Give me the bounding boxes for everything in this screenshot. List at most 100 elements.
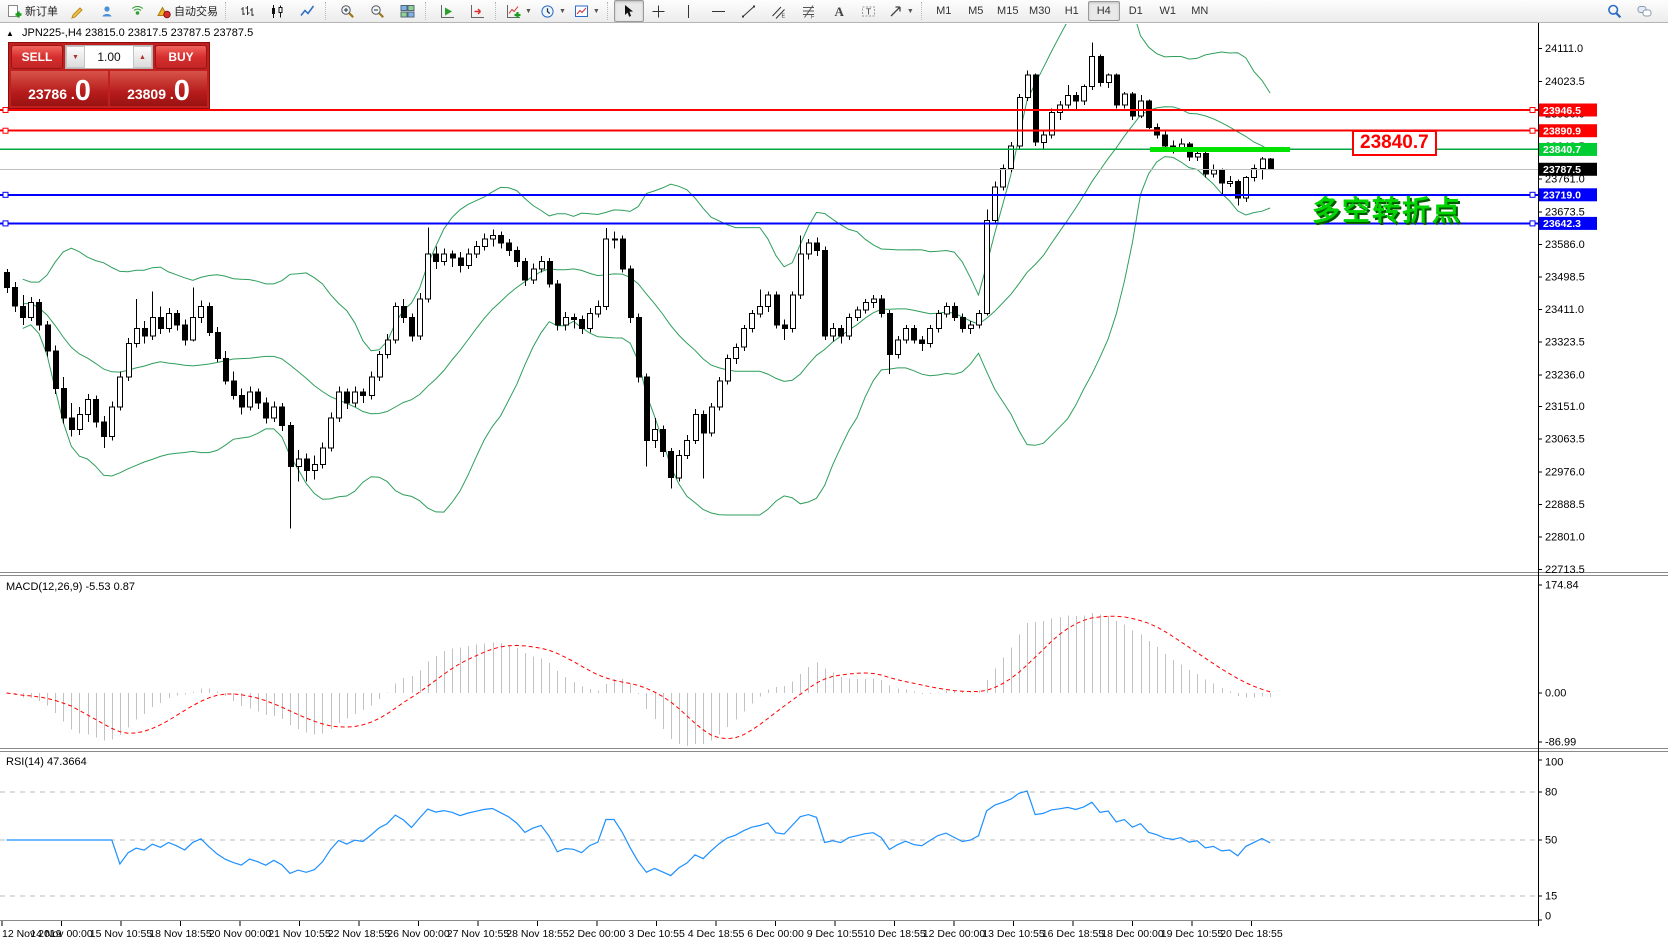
line-handle[interactable]	[1530, 192, 1535, 197]
chevron-down-icon: ▼	[559, 8, 566, 15]
channel-button[interactable]: E	[764, 0, 794, 22]
chevron-down-icon: ▼	[907, 8, 914, 15]
line-chart-button[interactable]	[292, 0, 322, 22]
chat-icon	[1637, 4, 1652, 19]
line-handle[interactable]	[3, 192, 8, 197]
hline-button[interactable]	[704, 0, 734, 22]
price-badge-label: 23946.5	[1543, 105, 1581, 117]
price-badge-label: 23719.0	[1543, 190, 1581, 202]
fibonacci-button[interactable]: F	[794, 0, 824, 22]
timeframe-m1-button[interactable]: M1	[928, 1, 960, 21]
new-order-button[interactable]: 新订单	[3, 0, 62, 22]
cursor-button[interactable]	[614, 0, 644, 22]
axis-label: 24023.5	[1545, 76, 1585, 88]
timeframe-w1-button[interactable]: W1	[1152, 1, 1184, 21]
axis-label: 80	[1545, 787, 1557, 799]
axis-label: 23498.5	[1545, 271, 1585, 283]
autotrading-icon	[156, 4, 171, 19]
one-click-trading-panel: SELL ▼ 1.00 ▲ BUY 23786 .0 23809 .0	[8, 42, 210, 109]
collapse-icon[interactable]: ▲	[6, 29, 14, 38]
axis-label: 100	[1545, 757, 1563, 769]
auto-scroll-button[interactable]	[432, 0, 462, 22]
toolbar-right-group	[1599, 0, 1659, 22]
tile-windows-icon	[400, 4, 415, 19]
text-label-button[interactable]: T	[854, 0, 884, 22]
metaeditor-button[interactable]	[62, 0, 92, 22]
axis-label: 22976.0	[1545, 466, 1585, 478]
auto-scroll-icon	[440, 4, 455, 19]
symbol-name: JPN225-,H4	[22, 27, 82, 39]
autotrading-button[interactable]: 自动交易	[152, 0, 222, 22]
timeframe-h4-button[interactable]: H4	[1088, 1, 1120, 21]
sell-price-pips: 0	[75, 78, 91, 105]
chart-shift-icon	[470, 4, 485, 19]
price-badge-label: 23840.7	[1543, 144, 1581, 156]
timeframe-mn-button[interactable]: MN	[1184, 1, 1216, 21]
timeframe-d1-button[interactable]: D1	[1120, 1, 1152, 21]
timeframe-m30-button[interactable]: M30	[1024, 1, 1056, 21]
axis-label: 13 Dec 10:55	[982, 928, 1045, 940]
toolbar-separator	[425, 2, 429, 20]
search-icon	[1607, 4, 1622, 19]
buy-price[interactable]: 23809 .0	[110, 71, 207, 106]
chat-button[interactable]	[1629, 0, 1659, 22]
shapes-button[interactable]: ▼	[884, 0, 918, 22]
community-icon	[100, 4, 115, 19]
price-badge-label: 23890.9	[1543, 126, 1581, 138]
symbol-search-button[interactable]	[1599, 0, 1629, 22]
signals-icon	[130, 4, 145, 19]
axis-label: 2 Dec 00:00	[569, 928, 626, 940]
bollinger-middle-band	[23, 107, 1270, 414]
periods-button[interactable]: ▼	[536, 0, 570, 22]
macd-panel	[7, 613, 1271, 746]
axis-label: 19 Dec 10:55	[1161, 928, 1224, 940]
volume-decrease-button[interactable]: ▼	[66, 46, 85, 68]
sell-button[interactable]: SELL	[11, 45, 63, 69]
axis-label: 22888.5	[1545, 499, 1585, 511]
price-flag-label[interactable]: 23840.7	[1352, 130, 1437, 156]
volume-spinner: ▼ 1.00 ▲	[65, 45, 153, 69]
line-chart-icon	[300, 4, 315, 19]
timeframe-m15-button[interactable]: M15	[992, 1, 1024, 21]
text-button[interactable]: A	[824, 0, 854, 22]
axis-label: 21 Nov 10:55	[268, 928, 331, 940]
symbol-header[interactable]: ▲ JPN225-,H4 23815.0 23817.5 23787.5 237…	[6, 27, 253, 39]
crosshair-button[interactable]	[644, 0, 674, 22]
svg-text:E: E	[782, 13, 786, 19]
cursor-icon	[621, 4, 636, 19]
fibonacci-icon: F	[801, 4, 816, 19]
line-handle[interactable]	[1530, 128, 1535, 133]
templates-icon	[574, 4, 589, 19]
axis-label: 174.84	[1545, 580, 1579, 592]
signals-button[interactable]	[122, 0, 152, 22]
indicators-icon	[506, 4, 521, 19]
axis-label: 23586.0	[1545, 239, 1585, 251]
line-handle[interactable]	[3, 221, 8, 226]
trendline-button[interactable]	[734, 0, 764, 22]
axis-label: 23151.0	[1545, 401, 1585, 413]
vline-button[interactable]	[674, 0, 704, 22]
bar-chart-button[interactable]	[232, 0, 262, 22]
line-handle[interactable]	[1530, 221, 1535, 226]
timeframe-h1-button[interactable]: H1	[1056, 1, 1088, 21]
toolbar-separator	[921, 2, 925, 20]
hline-icon	[711, 4, 726, 19]
timeframe-m5-button[interactable]: M5	[960, 1, 992, 21]
volume-value[interactable]: 1.00	[85, 46, 133, 68]
line-handle[interactable]	[1530, 108, 1535, 113]
buy-button[interactable]: BUY	[155, 45, 207, 69]
line-handle[interactable]	[3, 128, 8, 133]
chart-shift-button[interactable]	[462, 0, 492, 22]
indicators-button[interactable]: ▼	[502, 0, 536, 22]
toolbar-separator	[495, 2, 499, 20]
volume-increase-button[interactable]: ▲	[133, 46, 152, 68]
label-icon: T	[861, 4, 876, 19]
sell-price[interactable]: 23786 .0	[11, 71, 108, 106]
pivot-annotation-text[interactable]: 多空转折点	[1312, 189, 1462, 229]
candle-chart-button[interactable]	[262, 0, 292, 22]
zoom-out-button[interactable]	[362, 0, 392, 22]
zoom-in-button[interactable]	[332, 0, 362, 22]
community-button[interactable]	[92, 0, 122, 22]
tile-windows-button[interactable]	[392, 0, 422, 22]
templates-button[interactable]: ▼	[570, 0, 604, 22]
